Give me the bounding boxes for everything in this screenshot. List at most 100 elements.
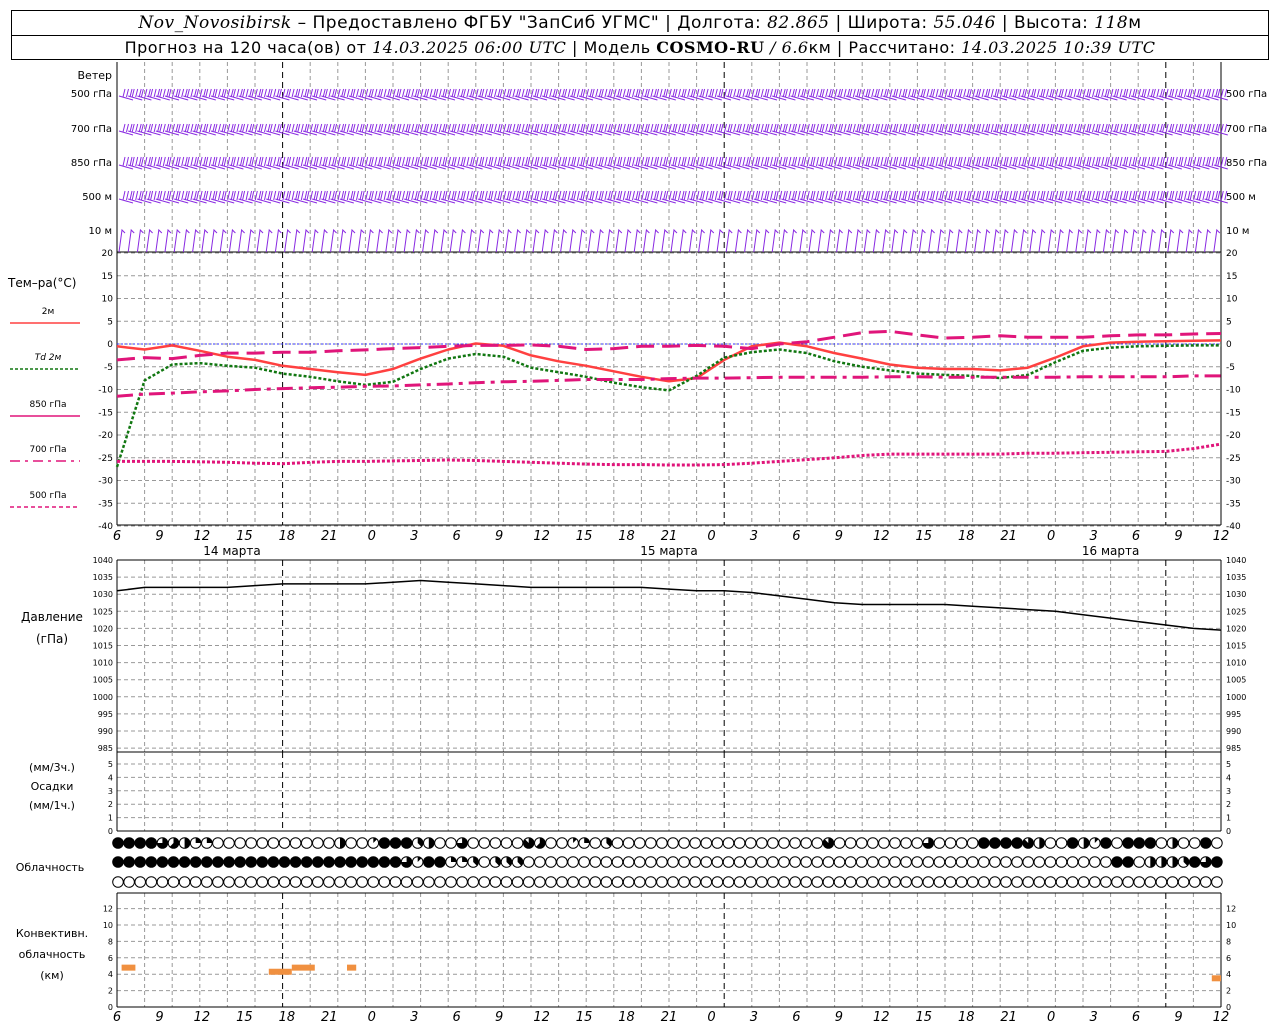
cloud-symbol: [145, 856, 158, 868]
wind-level-label-right: 700 гПа: [1226, 124, 1267, 135]
date-label: 15 марта: [640, 544, 697, 558]
pressure-tick: 990: [98, 727, 113, 736]
cloud-symbol: [1066, 837, 1079, 849]
cloud-symbol: [145, 876, 158, 888]
cloud-fill: [1039, 837, 1045, 849]
cloud-symbol: [500, 876, 513, 888]
wind-barb: [642, 228, 650, 253]
cloud-symbol: [811, 837, 824, 849]
precip-unit-1h: (мм/1ч.): [29, 799, 75, 812]
time-tick: 0: [368, 1010, 376, 1024]
cloud-symbol: [411, 876, 424, 888]
wind-barb: [1185, 228, 1193, 253]
cloud-symbol: [678, 837, 690, 849]
wind-barb: [1066, 228, 1073, 253]
time-tick: 3: [750, 1010, 758, 1024]
wind-barb: [201, 228, 209, 253]
pressure-tick: 1000: [93, 693, 113, 702]
cloud-symbol: [844, 876, 857, 888]
time-tick: 0: [707, 529, 715, 544]
cloud-symbol: [1133, 876, 1145, 888]
cloud-symbol: [1100, 856, 1112, 868]
cloud-symbol: [978, 856, 990, 868]
cloud-symbol: [933, 876, 946, 888]
cloud-symbol: [389, 876, 402, 888]
wind-barb: [155, 228, 163, 253]
wind-barb: [1204, 228, 1211, 253]
wind-barb: [238, 228, 245, 253]
cloud-symbol: [1144, 876, 1157, 888]
time-tick: 15: [236, 529, 253, 544]
cloud-symbol: [156, 856, 169, 868]
time-tick: 3: [750, 529, 758, 544]
cloud-symbol: [911, 837, 924, 849]
cloud-symbol: [189, 876, 202, 888]
wind-barb: [523, 228, 531, 253]
temp-tick-right: 0: [1226, 340, 1232, 350]
wind-barb: [284, 228, 291, 253]
wind-barb: [900, 228, 908, 253]
cloud-symbol: [711, 876, 724, 888]
time-tick: 18: [958, 1010, 975, 1024]
cloud-symbol: [1055, 876, 1068, 888]
wind-barb: [173, 228, 181, 253]
conv-label-1: Конвективн.: [16, 927, 88, 940]
cloud-symbol: [855, 837, 868, 849]
cloud-symbol: [778, 856, 790, 868]
legend-label: 500 гПа: [29, 491, 66, 501]
time-tick: 6: [1132, 529, 1140, 544]
cloud-symbol: [889, 876, 901, 888]
cloud-symbol: [223, 856, 235, 868]
temp-tick-right: -10: [1226, 386, 1241, 396]
cloud-symbol: [300, 837, 313, 849]
time-tick: 6: [792, 1010, 800, 1024]
conv-bar: [1211, 975, 1221, 982]
legend-label: 850 гПа: [29, 400, 66, 410]
conv-bar: [347, 964, 357, 971]
wind-level-label-right: 850 гПа: [1226, 158, 1267, 169]
cloud-symbol: [800, 856, 813, 868]
cloud-symbol: [434, 856, 446, 868]
cloud-symbol: [267, 856, 280, 868]
cloud-fill: [1161, 856, 1167, 868]
wind-barb: [118, 123, 134, 136]
cloud-symbol: [123, 876, 135, 888]
wind-barb: [744, 228, 751, 253]
wind-barb: [1148, 228, 1156, 253]
conv-tick: 8: [108, 937, 113, 946]
cloud-symbol: [245, 856, 257, 868]
cloud-symbol: [889, 837, 901, 849]
cloud-symbol: [389, 837, 402, 849]
wind-barb: [1020, 228, 1027, 253]
time-tick: 12: [873, 529, 890, 544]
meteogram: Ветер 500 гПа 500 гПа 700 гПа 700 гПа 850 гПа…: [7, 62, 1267, 1024]
conv-bar: [121, 964, 136, 971]
cloud-symbol: [256, 856, 269, 868]
cloud-symbol: [489, 837, 502, 849]
cloud-row: [112, 837, 1223, 849]
wind-barbs: [118, 88, 1228, 253]
wind-barb: [587, 228, 595, 253]
wind-barb: [486, 228, 494, 253]
wind-barb: [1056, 228, 1064, 253]
cloud-symbol: [256, 837, 269, 849]
cloud-symbol: [545, 837, 557, 849]
pressure-tick-right: 990: [1226, 727, 1241, 736]
pressure-tick: 1040: [93, 556, 113, 565]
wind-barb: [514, 228, 521, 253]
precip-tick: 5: [108, 760, 113, 769]
wind-barb: [780, 228, 788, 253]
cloud-symbol: [622, 837, 635, 849]
cloud-symbol: [955, 856, 968, 868]
wind-barb: [826, 228, 834, 253]
wind-barb: [836, 228, 843, 253]
pressure-tick-right: 1035: [1226, 573, 1246, 582]
time-tick: 6: [453, 1010, 461, 1024]
cloud-symbol: [589, 876, 602, 888]
cloud-symbol: [767, 837, 779, 849]
cloud-symbol: [778, 876, 790, 888]
conv-tick: 4: [108, 970, 113, 979]
cloud-symbol: [178, 856, 191, 868]
cloud-symbol: [278, 837, 291, 849]
cloud-symbol: [234, 856, 246, 868]
